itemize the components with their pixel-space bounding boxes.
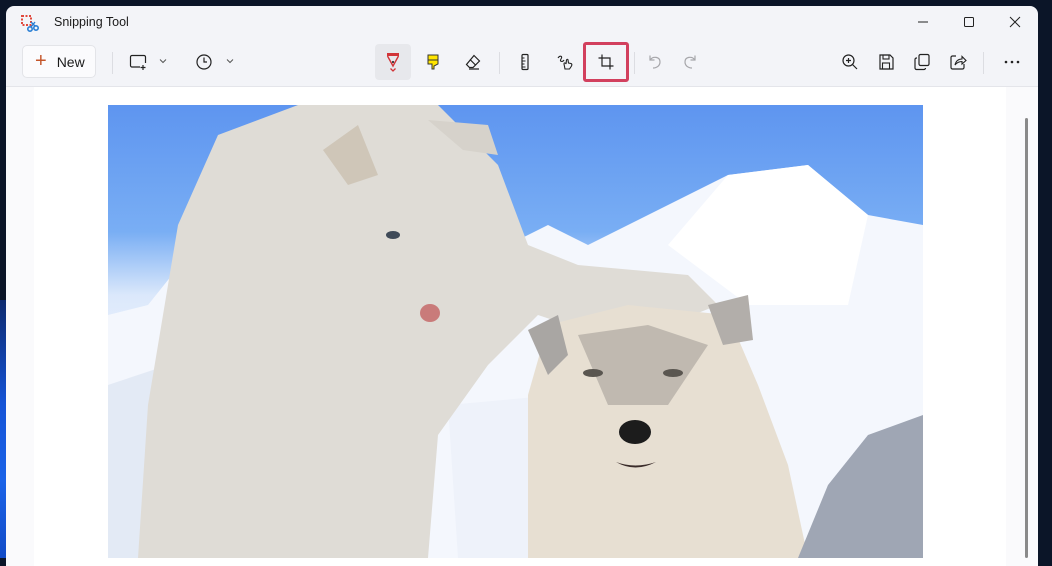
toolbar: + New (6, 38, 1038, 88)
share-icon (950, 55, 967, 70)
toolbar-divider (983, 52, 984, 74)
toolbar-divider (634, 52, 635, 74)
husky-puppies-photo (108, 105, 923, 558)
pen-icon (386, 53, 400, 72)
touch-writing-icon (557, 55, 573, 70)
share-button[interactable] (940, 46, 976, 78)
snip-mode-dropdown-chevron-icon[interactable] (158, 56, 168, 66)
ruler-button[interactable] (507, 46, 543, 78)
rectangle-snip-icon (129, 54, 147, 70)
redo-icon (684, 55, 696, 69)
snip-image[interactable] (108, 105, 923, 558)
highlighter-button[interactable] (415, 46, 451, 78)
delay-dropdown-chevron-icon[interactable] (225, 56, 235, 66)
save-icon (879, 54, 894, 70)
minimize-icon (918, 21, 928, 23)
toolbar-divider (112, 52, 113, 74)
highlighter-icon (427, 54, 439, 70)
plus-icon: + (35, 49, 47, 72)
toolbar-divider (499, 52, 500, 74)
copy-icon (914, 53, 930, 71)
eraser-button[interactable] (455, 46, 491, 78)
ballpoint-pen-button[interactable] (375, 44, 411, 80)
copy-button[interactable] (904, 46, 940, 78)
zoom-button[interactable] (832, 46, 868, 78)
maximize-button[interactable] (946, 6, 992, 38)
snip-mode-button[interactable] (120, 46, 156, 78)
undo-button[interactable] (637, 46, 673, 78)
snipping-tool-app-icon (21, 15, 39, 33)
clock-icon (196, 54, 212, 70)
window-title: Snipping Tool (54, 15, 129, 29)
ruler-icon (521, 53, 529, 71)
crop-button[interactable] (583, 42, 629, 82)
new-button-label: New (56, 53, 85, 70)
delay-button[interactable] (186, 46, 222, 78)
vertical-scrollbar[interactable] (1025, 118, 1028, 558)
more-options-button[interactable] (994, 46, 1030, 78)
undo-icon (649, 55, 661, 69)
new-snip-button[interactable]: + New (22, 45, 96, 78)
redo-button[interactable] (672, 46, 708, 78)
close-icon (1009, 16, 1021, 28)
title-bar: Snipping Tool (6, 6, 1038, 38)
crop-icon (598, 54, 614, 70)
eraser-icon (465, 54, 481, 70)
minimize-button[interactable] (900, 6, 946, 38)
close-button[interactable] (992, 6, 1038, 38)
more-icon (1004, 60, 1020, 64)
touch-writing-button[interactable] (547, 46, 583, 78)
zoom-in-icon (842, 54, 858, 70)
save-button[interactable] (868, 46, 904, 78)
maximize-icon (964, 17, 974, 27)
